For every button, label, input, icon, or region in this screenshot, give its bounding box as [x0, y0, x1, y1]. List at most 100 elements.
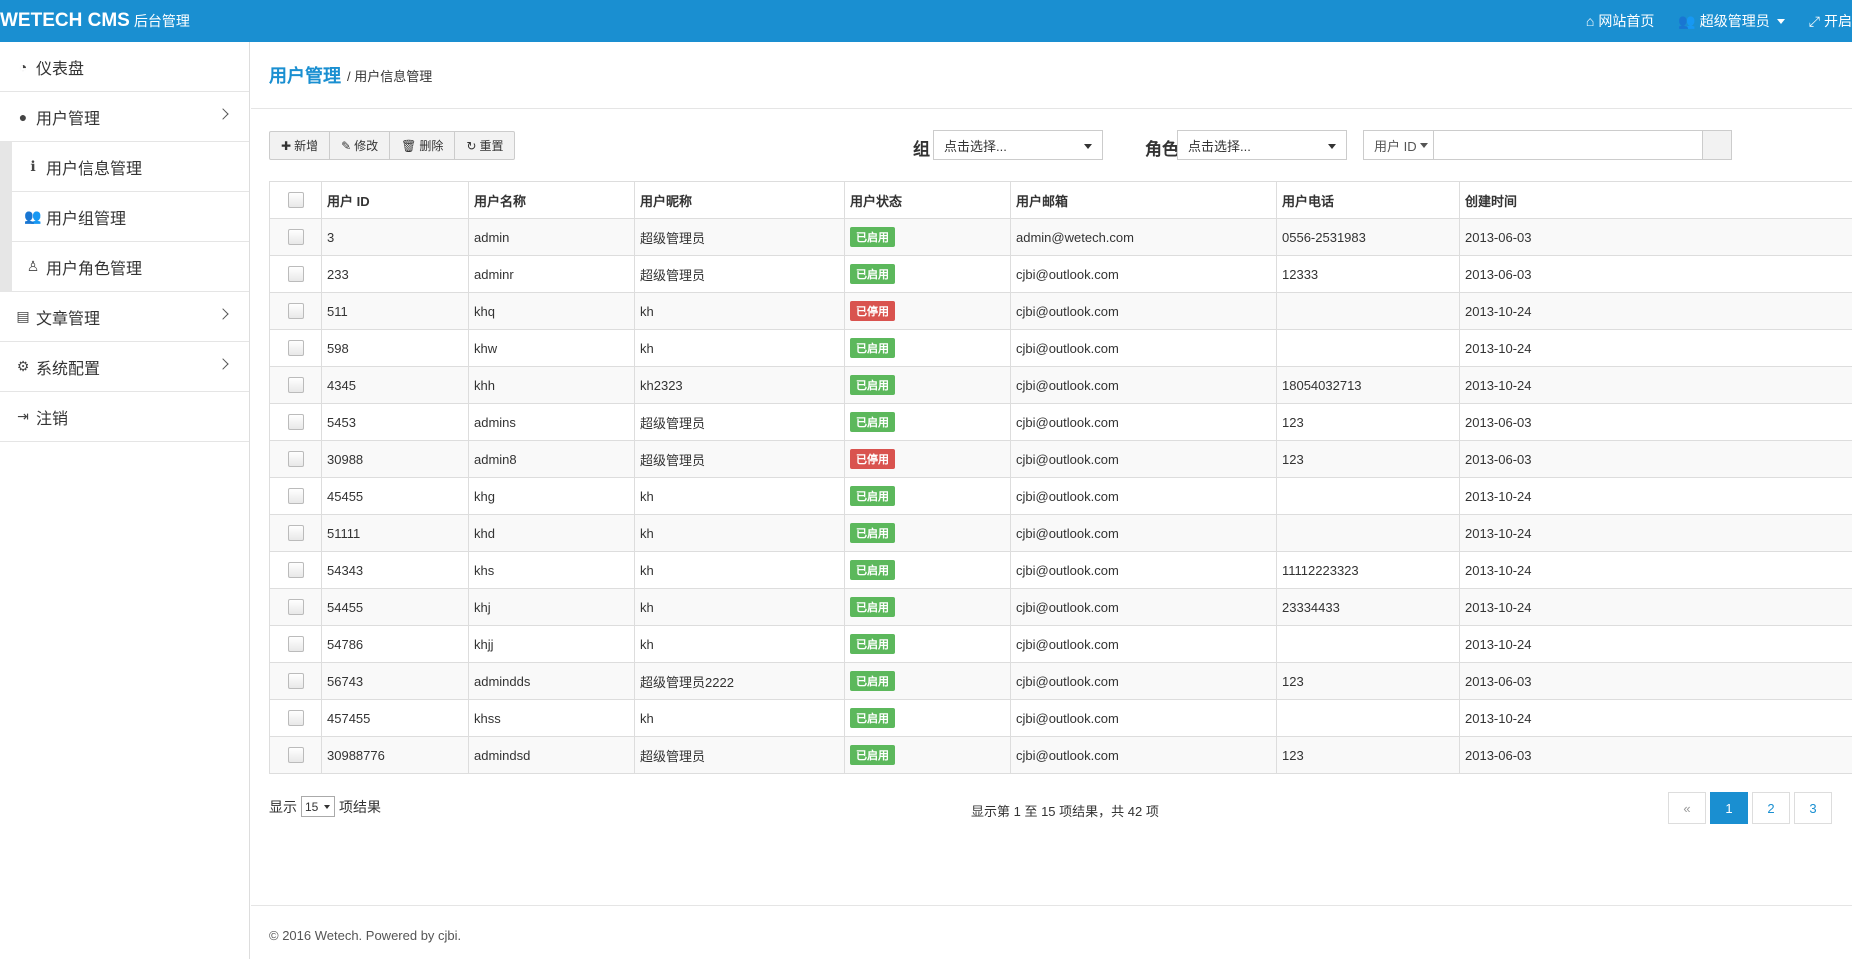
sidebar-item-dashboard[interactable]: ◔ 仪表盘	[0, 42, 249, 92]
user-status-cell: 已启用	[844, 329, 1011, 367]
row-checkbox[interactable]	[287, 673, 304, 689]
status-badge: 已启用	[850, 523, 895, 543]
user-nickname-cell: 超级管理员	[634, 736, 845, 774]
row-checkbox[interactable]	[287, 266, 304, 282]
table-row[interactable]: 233 adminr 超级管理员 已启用 cjbi@outlook.com 12333 20…	[269, 255, 1852, 293]
group-select[interactable]: 点击选择...	[933, 130, 1103, 160]
page-length-select[interactable]: 15	[301, 796, 335, 817]
row-checkbox[interactable]	[287, 414, 304, 430]
search-button[interactable]	[1702, 130, 1732, 160]
sidebar-item-system-config[interactable]: ⚙ 系统配置	[0, 342, 249, 392]
row-checkbox[interactable]	[287, 710, 304, 726]
row-checkbox[interactable]	[287, 451, 304, 467]
row-checkbox[interactable]	[287, 488, 304, 504]
sidebar-item-user-info[interactable]: ℹ 用户信息管理	[12, 142, 249, 192]
status-badge: 已启用	[850, 375, 895, 395]
table-row[interactable]: 5453 admins 超级管理员 已启用 cjbi@outlook.com 123 201…	[269, 403, 1852, 441]
column-header[interactable]: 用户名称	[468, 181, 635, 219]
add-button[interactable]: ✚ 新增	[270, 132, 331, 159]
delete-button[interactable]: 🗑 删除	[390, 132, 456, 159]
page-length-suffix: 项结果	[339, 798, 381, 815]
user-status-cell: 已启用	[844, 255, 1011, 293]
caret-down-icon	[1776, 18, 1785, 24]
sidebar-item-label: 仪表盘	[36, 60, 85, 78]
created-time-cell: 2013-06-03	[1459, 662, 1852, 700]
table-row[interactable]: 598 khw kh 已启用 cjbi@outlook.com 2013-10-24	[269, 329, 1852, 367]
checkbox-cell	[269, 403, 322, 441]
table-row[interactable]: 51111 khd kh 已启用 cjbi@outlook.com 2013-10-24	[269, 514, 1852, 552]
role-filter-label: 角色	[1145, 140, 1179, 159]
sidebar-item-label: 用户信息管理	[46, 160, 143, 178]
user-status-cell: 已启用	[844, 366, 1011, 404]
fullscreen-toggle[interactable]: ⤢ 开启	[1809, 11, 1852, 31]
user-name-cell: khq	[468, 292, 635, 330]
table-row[interactable]: 56743 admindds 超级管理员2222 已启用 cjbi@outlook.co…	[269, 662, 1852, 700]
user-id-cell: 233	[321, 255, 469, 293]
home-icon: ⌂	[1585, 13, 1595, 29]
table-row[interactable]: 54455 khj kh 已启用 cjbi@outlook.com 23334433 201…	[269, 588, 1852, 626]
page-button[interactable]: 3	[1794, 792, 1832, 824]
column-header[interactable]: 创建时间	[1459, 181, 1852, 219]
user-name-cell: admindds	[468, 662, 635, 700]
sidebar-item-user-group[interactable]: 👥 用户组管理	[12, 192, 249, 242]
row-checkbox[interactable]	[287, 636, 304, 652]
page-button[interactable]: 2	[1752, 792, 1790, 824]
sidebar-item-user-management[interactable]: ● 用户管理	[0, 92, 249, 142]
page-title[interactable]: 用户管理	[269, 62, 341, 88]
table-row[interactable]: 511 khq kh 已停用 cjbi@outlook.com 2013-10-24	[269, 292, 1852, 330]
sidebar-item-label: 用户管理	[36, 110, 101, 128]
column-header[interactable]: 用户 ID	[321, 181, 469, 219]
user-id-cell: 56743	[321, 662, 469, 700]
edit-button[interactable]: ✎ 修改	[330, 132, 391, 159]
add-button-label: 新增	[294, 139, 319, 153]
user-email-cell: cjbi@outlook.com	[1010, 329, 1277, 367]
reset-button[interactable]: ↻ 重置	[455, 132, 514, 159]
table-row[interactable]: 30988 admin8 超级管理员 已停用 cjbi@outlook.com 123 20…	[269, 440, 1852, 478]
table-row[interactable]: 45455 khg kh 已启用 cjbi@outlook.com 2013-10-24	[269, 477, 1852, 515]
brand[interactable]: WETECH CMS 后台管理	[0, 10, 190, 32]
row-checkbox[interactable]	[287, 562, 304, 578]
user-name-cell: khh	[468, 366, 635, 404]
table-row[interactable]: 4345 khh kh2323 已启用 cjbi@outlook.com 18054032…	[269, 366, 1852, 404]
trash-icon: 🗑	[401, 138, 417, 153]
role-select[interactable]: 点击选择...	[1177, 130, 1347, 160]
user-menu[interactable]: 👥 超级管理员	[1678, 11, 1785, 31]
row-checkbox[interactable]	[287, 525, 304, 541]
user-status-cell: 已启用	[844, 662, 1011, 700]
user-table: 用户 ID 用户名称 用户昵称 用户状态 用户邮箱 用户电话 创建时间 3 adm…	[269, 181, 1852, 774]
table-header-row: 用户 ID 用户名称 用户昵称 用户状态 用户邮箱 用户电话 创建时间	[269, 181, 1852, 219]
prev-page-button[interactable]: «	[1668, 792, 1706, 824]
row-checkbox[interactable]	[287, 747, 304, 763]
sidebar-item-label: 用户角色管理	[46, 260, 143, 278]
table-row[interactable]: 54786 khjj kh 已启用 cjbi@outlook.com 2013-10-24	[269, 625, 1852, 663]
home-link[interactable]: ⌂ 网站首页	[1586, 11, 1654, 31]
search-field-dropdown[interactable]: 用户 ID	[1363, 130, 1434, 160]
select-all-checkbox[interactable]	[287, 192, 304, 208]
user-group-icon: 👥	[1678, 12, 1696, 29]
table-row[interactable]: 3 admin 超级管理员 已启用 admin@wetech.com 0556-25319…	[269, 218, 1852, 256]
column-header[interactable]: 用户昵称	[634, 181, 845, 219]
column-header[interactable]: 用户邮箱	[1010, 181, 1277, 219]
created-time-cell: 2013-10-24	[1459, 588, 1852, 626]
table-row[interactable]: 54343 khs kh 已启用 cjbi@outlook.com 11112223323…	[269, 551, 1852, 589]
table-row[interactable]: 457455 khss kh 已启用 cjbi@outlook.com 2013-10-2…	[269, 699, 1852, 737]
delete-button-label: 删除	[419, 139, 444, 153]
row-checkbox[interactable]	[287, 377, 304, 393]
page-button[interactable]: 1	[1710, 792, 1748, 824]
sidebar-item-articles[interactable]: ▤ 文章管理	[0, 292, 249, 342]
user-status-cell: 已停用	[844, 440, 1011, 478]
user-name-cell: khd	[468, 514, 635, 552]
gears-icon: ⚙	[16, 358, 30, 374]
row-checkbox[interactable]	[287, 229, 304, 245]
sidebar-item-user-role[interactable]: ♙ 用户角色管理	[12, 242, 249, 292]
sidebar-item-logout[interactable]: ⇥ 注销	[0, 392, 249, 442]
column-header[interactable]: 用户状态	[844, 181, 1011, 219]
user-status-cell: 已启用	[844, 699, 1011, 737]
user-name-cell: admins	[468, 403, 635, 441]
search-input[interactable]	[1433, 130, 1703, 160]
row-checkbox[interactable]	[287, 303, 304, 319]
table-row[interactable]: 30988776 admindsd 超级管理员 已启用 cjbi@outlook.com…	[269, 736, 1852, 774]
row-checkbox[interactable]	[287, 599, 304, 615]
row-checkbox[interactable]	[287, 340, 304, 356]
column-header[interactable]: 用户电话	[1276, 181, 1460, 219]
